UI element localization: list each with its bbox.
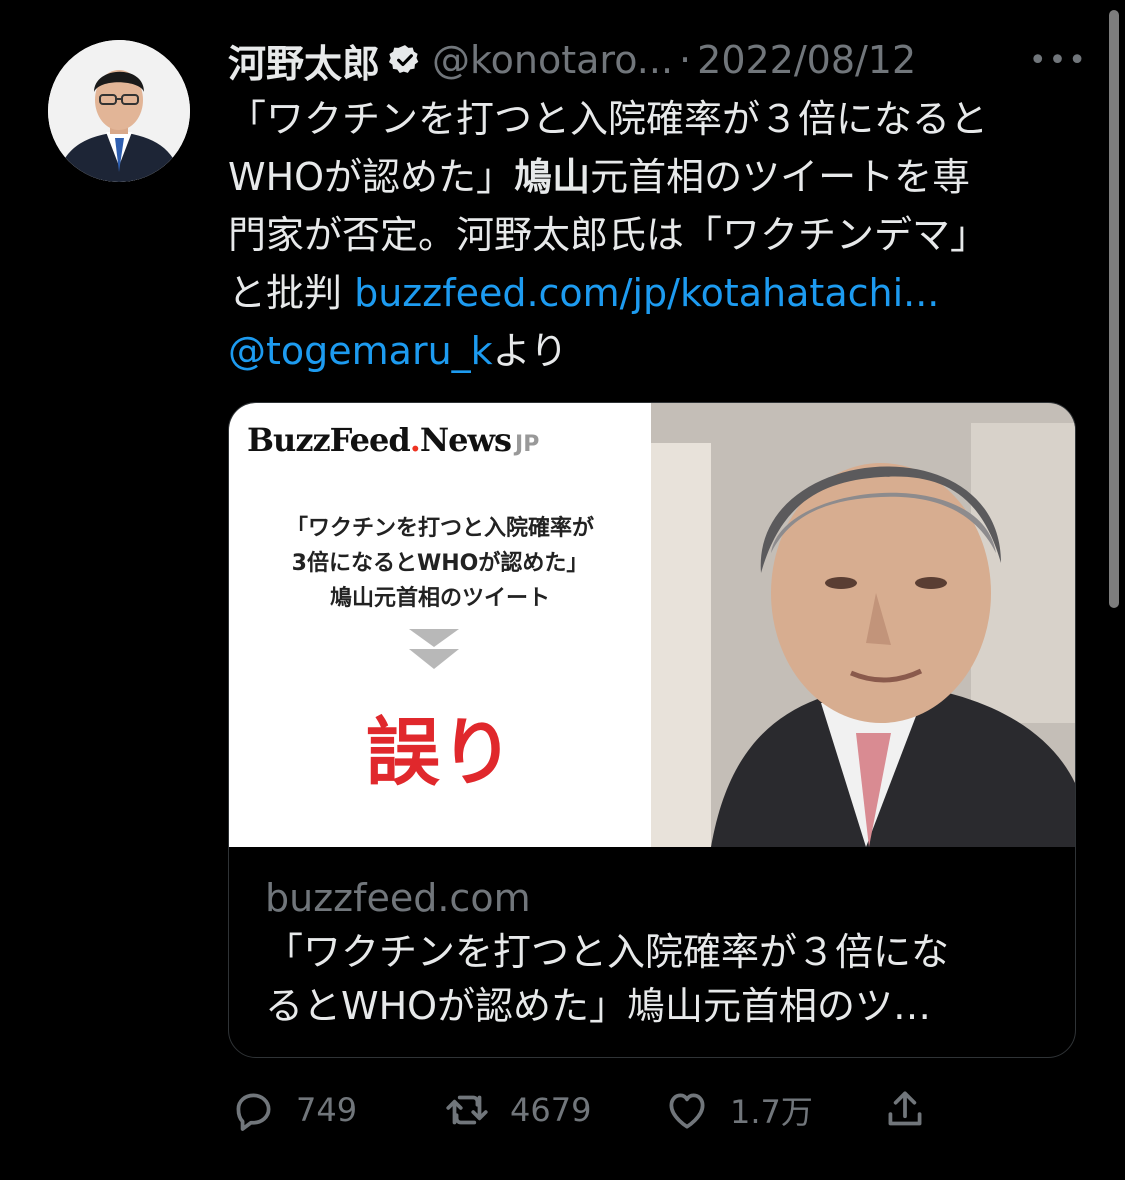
card-graphic: BuzzFeed.News JP 「ワクチンを打つと入院確率が 3倍になるとWHO… bbox=[229, 403, 651, 847]
card-title-line: るとWHOが認めた」鳩山元首相のツ… bbox=[265, 984, 932, 1028]
heart-icon bbox=[669, 1093, 705, 1129]
avatar-photo bbox=[48, 40, 190, 182]
author-handle[interactable]: @konotaro... bbox=[432, 38, 673, 82]
tweet-text-line: 「ワクチンを打つと入院確率が３倍になると bbox=[228, 97, 989, 141]
tweet-text-line: @togemaru_kより bbox=[228, 322, 1088, 380]
mention-link[interactable]: @togemaru_k bbox=[228, 329, 493, 373]
card-image: BuzzFeed.News JP 「ワクチンを打つと入院確率が 3倍になるとWHO… bbox=[229, 403, 1075, 847]
tweet-text-segment: と批判 bbox=[228, 271, 355, 315]
card-title: 「ワクチンを打つと入院確率が３倍にな るとWHOが認めた」鳩山元首相のツ… bbox=[265, 925, 1055, 1033]
logo-dot: . bbox=[409, 421, 421, 459]
tweet-text-segment: WHOが認めた」 bbox=[228, 155, 515, 199]
tweet-text-segment: より bbox=[492, 329, 568, 373]
graphic-headline-line: 「ワクチンを打つと入院確率が bbox=[285, 516, 594, 541]
card-info: buzzfeed.com 「ワクチンを打つと入院確率が３倍にな るとWHOが認め… bbox=[265, 871, 1055, 1033]
verdict-label: 誤り bbox=[366, 710, 514, 796]
tweet-text-segment: 元首相のツイートを専 bbox=[590, 155, 971, 199]
more-options-icon[interactable]: ••• bbox=[1029, 32, 1088, 88]
graphic-headline-line: 鳩山元首相のツイート bbox=[329, 586, 550, 611]
like-button[interactable]: 1.7万 bbox=[662, 1082, 813, 1138]
reply-icon bbox=[236, 1093, 271, 1131]
like-count: 1.7万 bbox=[730, 1093, 813, 1131]
portrait-photo bbox=[651, 403, 1075, 847]
graphic-headline: 「ワクチンを打つと入院確率が 3倍になるとWHOが認めた」 鳩山元首相のツイート bbox=[229, 511, 651, 616]
avatar[interactable] bbox=[48, 40, 190, 182]
author-name[interactable]: 河野太郎 bbox=[228, 33, 380, 88]
tweet-screen: 河野太郎 @konotaro... · 2022/08/12 ••• 「ワクチン… bbox=[0, 0, 1125, 1180]
share-icon bbox=[888, 1091, 922, 1126]
reply-count: 749 bbox=[296, 1091, 358, 1129]
logo-suffix: JP bbox=[515, 432, 540, 457]
retweet-count: 4679 bbox=[510, 1091, 592, 1129]
tweet-date[interactable]: 2022/08/12 bbox=[697, 38, 916, 82]
tweet-text-line: 門家が否定。河野太郎氏は「ワクチンデマ」 bbox=[228, 213, 989, 257]
card-photo bbox=[651, 403, 1075, 847]
verified-badge-icon bbox=[389, 45, 419, 74]
retweet-icon bbox=[446, 1095, 488, 1125]
card-title-line: 「ワクチンを打つと入院確率が３倍にな bbox=[265, 930, 950, 974]
link-preview-card[interactable]: BuzzFeed.News JP 「ワクチンを打つと入院確率が 3倍になるとWHO… bbox=[228, 402, 1076, 1058]
tweet-text-line: WHOが認めた」鳩山元首相のツイートを専 bbox=[228, 148, 1088, 206]
graphic-headline-line: 3倍になるとWHOが認めた」 bbox=[291, 551, 589, 576]
header-separator: · bbox=[679, 38, 692, 82]
tweet-text: 「ワクチンを打つと入院確率が３倍になると WHOが認めた」鳩山元首相のツイートを… bbox=[228, 90, 1088, 380]
retweet-button[interactable]: 4679 bbox=[442, 1082, 591, 1138]
scrollbar[interactable] bbox=[1109, 10, 1119, 608]
tweet-bold-text: 鳩山 bbox=[514, 155, 591, 199]
logo-word-2: News bbox=[419, 421, 512, 459]
action-bar: 749 4679 1.7万 bbox=[228, 1082, 948, 1138]
tweet-text-line: と批判 buzzfeed.com/jp/kotahatachi... bbox=[228, 264, 1088, 322]
buzzfeed-news-logo: BuzzFeed.News JP bbox=[247, 421, 539, 459]
double-chevron-down-icon bbox=[409, 629, 459, 669]
reply-button[interactable]: 749 bbox=[228, 1082, 357, 1138]
card-domain: buzzfeed.com bbox=[265, 876, 531, 920]
logo-word-1: BuzzFeed bbox=[247, 421, 411, 459]
tweet-link[interactable]: buzzfeed.com/jp/kotahatachi... bbox=[354, 271, 939, 315]
tweet-header: 河野太郎 @konotaro... · 2022/08/12 ••• bbox=[228, 32, 1088, 88]
share-button[interactable] bbox=[880, 1082, 930, 1138]
